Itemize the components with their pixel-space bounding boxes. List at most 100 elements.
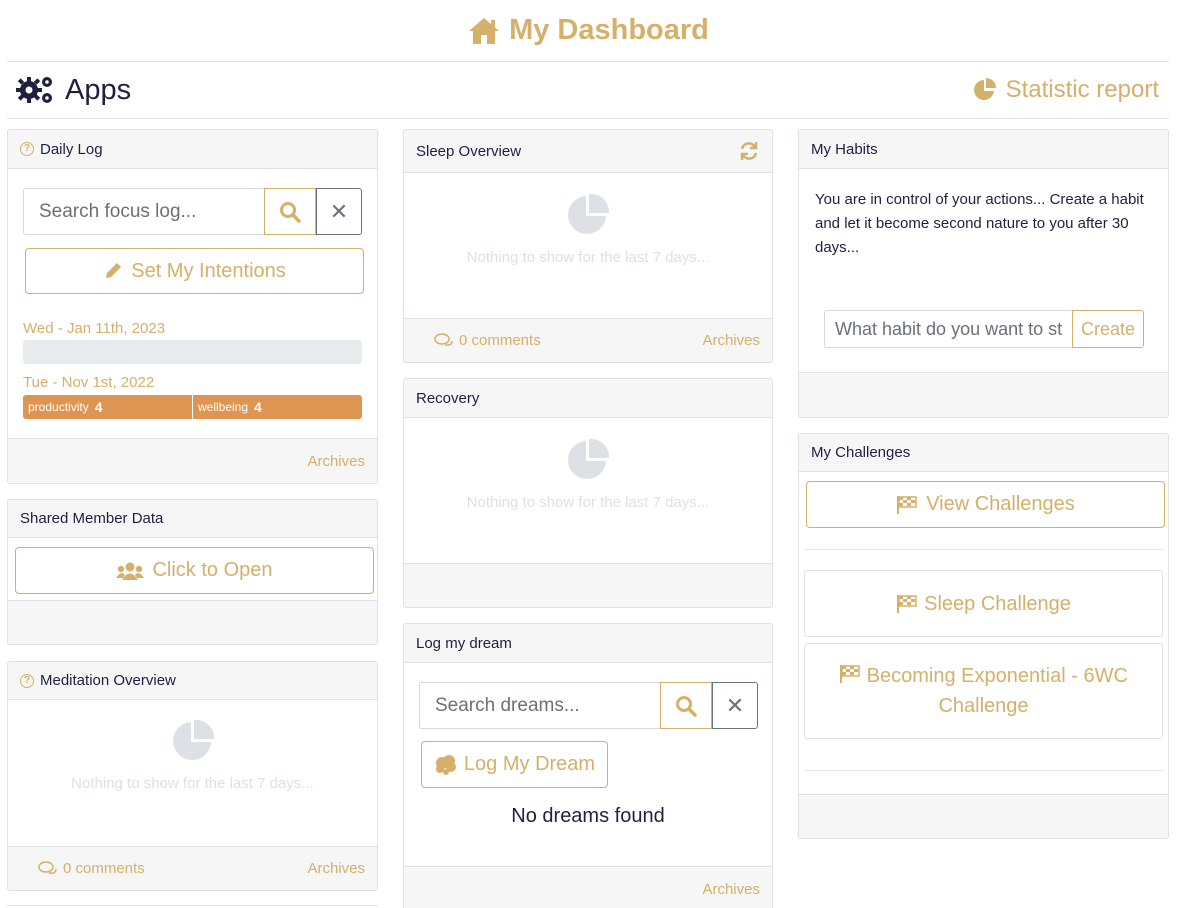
statistic-report-link[interactable]: Statistic report [972,76,1159,104]
click-to-open-button[interactable]: Click to Open [15,547,374,594]
comments-count: 0 comments [63,860,145,877]
dream-card: Log my dream Search dreams... ✕ Log My D… [403,623,773,908]
shared-member-title: Shared Member Data [20,510,164,527]
set-intentions-label: Set My Intentions [131,259,286,282]
archives-link[interactable]: Archives [307,453,365,470]
sleep-header: Sleep Overview [404,130,772,173]
habit-create-form: What habit do you want to st Create [824,310,1144,348]
challenge-label: Becoming Exponential - 6WC Challenge [866,665,1128,717]
comments-icon [38,860,57,874]
sleep-empty-state: Nothing to show for the last 7 days... [404,193,772,266]
refresh-icon[interactable] [738,140,760,162]
focus-log-search-input[interactable]: Search focus log... [23,188,264,235]
pie-chart-icon [172,719,214,760]
dream-search-input[interactable]: Search dreams... [419,682,660,729]
divider [804,770,1163,771]
log-entry-date: Tue - Nov 1st, 2022 [23,374,155,391]
habits-title: My Habits [811,140,878,158]
cogs-icon [16,77,52,103]
meditation-header: ? Meditation Overview [8,662,377,700]
create-habit-button[interactable]: Create [1072,310,1144,348]
log-dream-button[interactable]: Log My Dream [421,741,608,788]
habits-card: My Habits You are in control of your act… [798,129,1169,418]
comments-link[interactable]: 0 comments [38,860,145,877]
archives-link[interactable]: Archives [702,332,760,349]
divider [804,549,1163,550]
empty-message: Nothing to show for the last 7 days... [466,249,710,266]
pie-chart-icon [568,438,610,479]
meditation-footer: 0 comments Archives [8,846,377,890]
challenges-card: My Challenges View Challenges Sleep Chal… [798,433,1169,839]
log-dream-label: Log My Dream [463,753,596,775]
pie-chart-icon [973,78,996,100]
set-intentions-button[interactable]: Set My Intentions [25,248,364,294]
log-entry-bar[interactable]: productivity 4 wellbeing 4 [23,395,362,419]
recovery-footer [404,563,772,607]
search-icon [280,201,301,223]
dream-title: Log my dream [416,634,512,652]
search-icon [676,695,697,717]
dream-header: Log my dream [404,624,772,663]
daily-log-footer: Archives [8,438,377,483]
flag-checkered-icon [897,495,917,514]
challenge-label-wrap: Becoming Exponential - 6WC Challenge [835,661,1132,721]
comments-count: 0 comments [459,332,541,349]
view-challenges-label: View Challenges [926,493,1075,515]
comments-icon [434,332,453,346]
view-challenges-button[interactable]: View Challenges [806,481,1165,528]
archives-link[interactable]: Archives [702,881,760,898]
shared-member-card: Shared Member Data Click to Open [7,499,378,645]
tag-productivity: productivity 4 [23,395,192,419]
tag-label: productivity [28,400,89,414]
habits-header: My Habits [799,130,1168,169]
users-icon [116,562,145,580]
cloud-icon [435,754,456,775]
search-button[interactable] [660,682,712,729]
log-entry-date: Wed - Jan 11th, 2023 [23,320,166,337]
close-icon: ✕ [329,198,349,224]
recovery-header: Recovery [404,379,772,418]
focus-log-search: Search focus log... ✕ [23,188,362,235]
help-icon[interactable]: ? [20,673,34,688]
pie-chart-icon [568,193,610,234]
home-icon [469,17,500,44]
archives-link[interactable]: Archives [307,860,365,877]
comments-link[interactable]: 0 comments [434,332,541,349]
challenge-item[interactable]: Becoming Exponential - 6WC Challenge [804,643,1163,739]
flag-checkered-icon [840,665,860,683]
dream-search: Search dreams... ✕ [419,682,758,729]
tag-label: wellbeing [198,400,249,414]
meditation-empty-state: Nothing to show for the last 7 days... [8,719,377,792]
no-dreams-message: No dreams found [511,805,665,827]
challenges-title: My Challenges [811,444,911,461]
tag-wellbeing: wellbeing 4 [192,395,362,419]
apps-title: Apps [65,73,132,106]
dashboard-title-text: My Dashboard [509,14,709,46]
clear-search-button[interactable]: ✕ [316,188,362,235]
search-button[interactable] [264,188,316,235]
daily-log-card: ? Daily Log Search focus log... ✕ Set My… [7,129,378,484]
meditation-title: Meditation Overview [40,672,176,689]
clear-search-button[interactable]: ✕ [712,682,758,729]
habit-input[interactable]: What habit do you want to st [824,310,1072,348]
daily-log-header: ? Daily Log [8,130,377,169]
recovery-card: Recovery Nothing to show for the last 7 … [403,378,773,608]
empty-message: Nothing to show for the last 7 days... [71,775,314,792]
close-icon: ✕ [725,692,745,718]
challenges-footer [799,794,1168,838]
shared-member-header: Shared Member Data [8,500,377,538]
sleep-card: Sleep Overview Nothing to show for the l… [403,129,773,363]
habits-footer [799,372,1168,417]
challenge-item[interactable]: Sleep Challenge [804,570,1163,637]
challenge-label: Sleep Challenge [924,592,1071,615]
meditation-card: ? Meditation Overview Nothing to show fo… [7,661,378,891]
log-entry-bar-empty[interactable] [23,340,362,364]
daily-log-title: Daily Log [40,140,103,158]
help-icon[interactable]: ? [20,142,34,156]
sleep-title: Sleep Overview [416,142,522,160]
dashboard-header: My Dashboard [7,0,1169,62]
click-to-open-label: Click to Open [152,559,273,581]
habits-description: You are in control of your actions... Cr… [815,191,1144,256]
tag-value: 4 [94,399,103,415]
shared-member-footer [8,600,377,644]
